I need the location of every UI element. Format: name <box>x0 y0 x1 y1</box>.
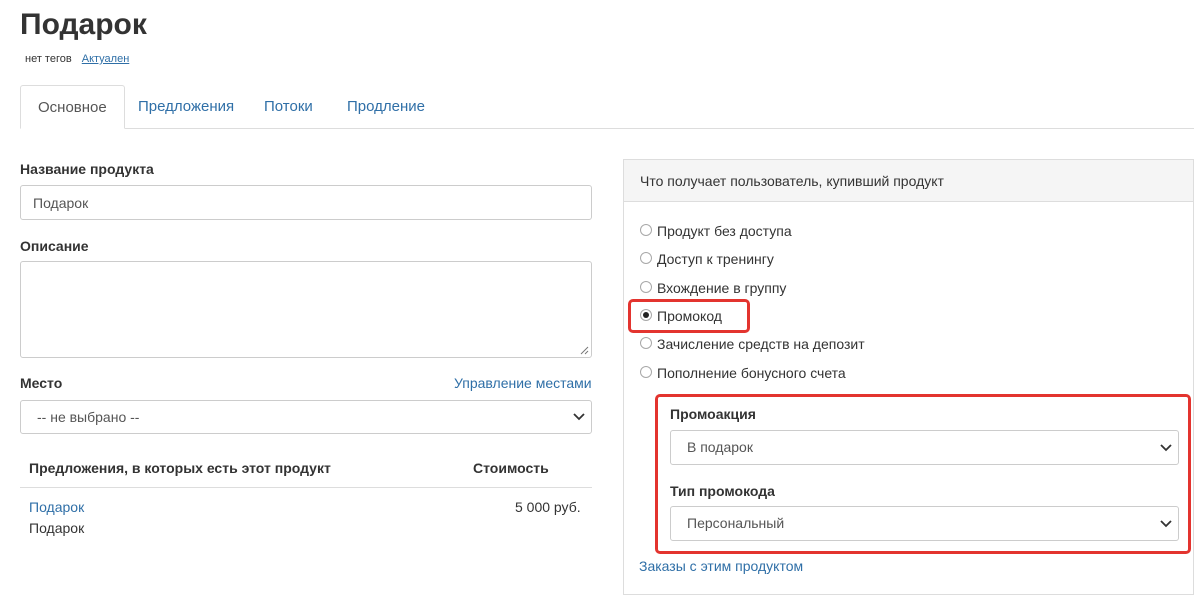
manage-places-link[interactable]: Управление местами <box>454 375 592 391</box>
table-header-divider <box>20 487 592 488</box>
tab-renewal[interactable]: Продление <box>330 85 442 129</box>
product-name-label: Название продукта <box>20 161 154 177</box>
radio-option-label: Вхождение в группу <box>657 280 787 296</box>
tab-offers[interactable]: Предложения <box>121 85 251 129</box>
offer-price: 5 000 руб. <box>515 499 581 515</box>
radio-button[interactable] <box>640 252 652 264</box>
highlight-promocode-option <box>628 299 750 333</box>
radio-button[interactable] <box>640 337 652 349</box>
offers-column-header: Предложения, в которых есть этот продукт <box>29 460 331 476</box>
page-title: Подарок <box>20 8 147 41</box>
radio-option-label: Продукт без доступа <box>657 223 792 239</box>
highlight-promo-settings <box>655 394 1191 554</box>
place-select-value: -- не выбрано -- <box>37 409 140 425</box>
radio-option-label: Зачисление средств на депозит <box>657 336 865 352</box>
access-panel-title: Что получает пользователь, купивший прод… <box>624 160 1193 202</box>
radio-button[interactable] <box>640 224 652 236</box>
resize-grip-icon[interactable] <box>579 345 589 355</box>
tab-bar: Основное Предложения Потоки Продление <box>20 85 1194 129</box>
description-textarea[interactable] <box>20 261 592 358</box>
radio-option-label: Пополнение бонусного счета <box>657 365 846 381</box>
radio-option-label: Доступ к тренингу <box>657 251 774 267</box>
offer-link[interactable]: Подарок <box>29 499 84 515</box>
place-label: Место <box>20 375 63 391</box>
description-label: Описание <box>20 238 89 254</box>
tab-streams[interactable]: Потоки <box>247 85 330 129</box>
meta-line: нет тегов Актуален <box>25 53 129 65</box>
radio-button[interactable] <box>640 366 652 378</box>
tags-text: нет тегов <box>25 53 72 65</box>
status-link[interactable]: Актуален <box>82 53 130 65</box>
orders-with-product-link[interactable]: Заказы с этим продуктом <box>639 558 803 574</box>
price-column-header: Стоимость <box>473 460 549 476</box>
chevron-down-icon <box>573 413 585 421</box>
product-name-input[interactable] <box>20 185 592 220</box>
tab-main[interactable]: Основное <box>20 85 125 129</box>
place-select[interactable]: -- не выбрано -- <box>20 400 592 434</box>
offer-subtitle: Подарок <box>29 520 85 536</box>
radio-button[interactable] <box>640 281 652 293</box>
